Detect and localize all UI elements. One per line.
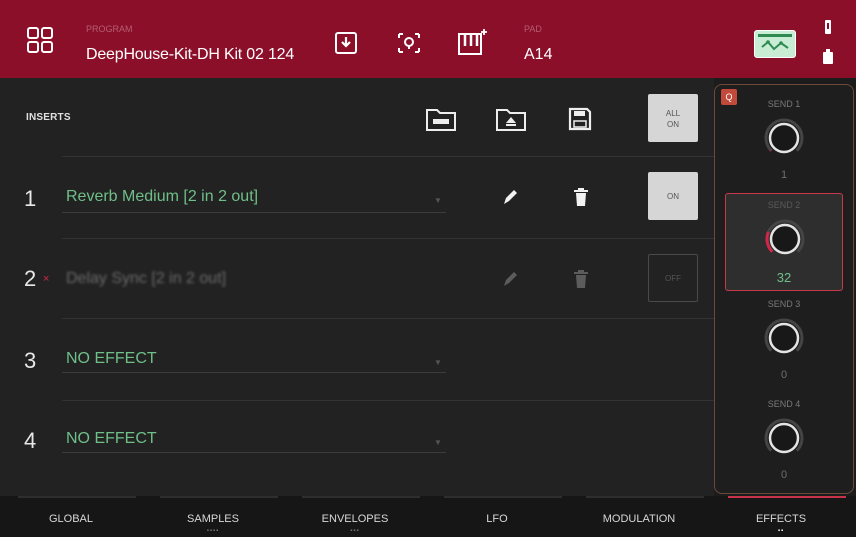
dropdown-caret-icon: ▼ — [434, 438, 442, 447]
delete-trash-icon[interactable] — [570, 266, 592, 292]
insert-off-button[interactable]: OFF — [648, 254, 698, 302]
sends-panel: Q SEND 1 1 SEND 2 32 SEND 3 0 SEND 4 0 — [714, 84, 854, 494]
header-bar: PROGRAM DeepHouse-Kit-DH Kit 02 124 PAD … — [0, 0, 856, 78]
send-2[interactable]: SEND 2 32 — [725, 193, 843, 291]
dropdown-caret-icon: ▼ — [434, 358, 442, 367]
tab-indicator — [444, 496, 562, 498]
tab-global[interactable]: GLOBAL — [0, 496, 142, 537]
insert-effect-name[interactable]: Reverb Medium [2 in 2 out] — [66, 188, 258, 206]
tab-label: SAMPLES — [187, 513, 239, 525]
send-4[interactable]: SEND 4 0 — [725, 393, 843, 491]
tab-label: EFFECTS — [755, 513, 807, 525]
tab-indicator — [302, 496, 420, 498]
insert-effect-name[interactable]: NO EFFECT — [66, 350, 157, 368]
save-preset-folder-icon[interactable] — [494, 104, 528, 134]
row-divider — [62, 156, 714, 157]
delete-trash-icon[interactable] — [570, 184, 592, 210]
insert-effect-name[interactable]: Delay Sync [2 in 2 out] — [66, 270, 226, 288]
tab-label: ENVELOPES — [321, 513, 389, 525]
tab-indicator — [586, 496, 704, 498]
edit-pencil-icon[interactable] — [498, 266, 522, 292]
send-label: SEND 2 — [767, 200, 801, 210]
tab-envelopes[interactable]: ENVELOPES ▪▪▪ — [284, 496, 426, 537]
knob-body — [768, 122, 800, 154]
edit-pencil-icon[interactable] — [498, 184, 522, 210]
tab-samples[interactable]: SAMPLES ▪▪▪▪ — [142, 496, 284, 537]
tab-label: GLOBAL — [48, 513, 94, 525]
load-preset-folder-icon[interactable] — [424, 104, 458, 134]
send-3[interactable]: SEND 3 0 — [725, 293, 843, 391]
inserts-title: INSERTS — [26, 112, 71, 123]
tab-label: LFO — [486, 513, 508, 525]
pad-name[interactable]: A14 — [524, 46, 552, 64]
tab-page-dots: ▪▪▪ — [350, 528, 360, 534]
all-on-label-1: ALL — [665, 109, 681, 118]
insert-effect-name[interactable]: NO EFFECT — [66, 430, 157, 448]
tab-effects[interactable]: EFFECTS ▪▪ — [710, 496, 852, 537]
row-divider — [62, 318, 714, 319]
tab-lfo[interactable]: LFO — [426, 496, 568, 537]
program-name[interactable]: DeepHouse-Kit-DH Kit 02 124 — [86, 46, 294, 64]
inserts-panel: INSERTS ALL ON 1 Reverb Medium [2 in 2 o… — [0, 78, 714, 496]
knob-body — [768, 422, 800, 454]
knob-body — [769, 223, 801, 255]
send-label: SEND 1 — [767, 99, 801, 109]
insert-slot-number: 2 — [24, 266, 37, 291]
locate-icon[interactable] — [394, 30, 424, 56]
send-label: SEND 3 — [767, 299, 801, 309]
effect-underline — [62, 212, 446, 213]
tab-modulation[interactable]: MODULATION — [568, 496, 710, 537]
send-1[interactable]: SEND 1 1 — [725, 93, 843, 191]
waveform-button[interactable] — [754, 30, 796, 58]
tab-indicator — [18, 496, 136, 498]
send-value: 0 — [780, 369, 788, 381]
send-knob[interactable] — [763, 117, 805, 159]
tab-indicator — [160, 496, 278, 498]
send-label: SEND 4 — [767, 399, 801, 409]
insert-slot-number: 3 — [24, 348, 37, 373]
row-divider — [62, 238, 714, 239]
knob-body — [768, 322, 800, 354]
send-knob[interactable] — [764, 218, 806, 260]
tab-label: MODULATION — [602, 513, 676, 525]
grid-menu-icon[interactable] — [26, 26, 54, 54]
insert-slot-number: 1 — [24, 186, 37, 211]
tab-page-dots: ▪▪ — [777, 528, 785, 534]
program-label: PROGRAM — [86, 24, 133, 34]
send-value: 1 — [780, 169, 788, 181]
send-knob[interactable] — [763, 417, 805, 459]
send-knob[interactable] — [763, 317, 805, 359]
dropdown-caret-icon: ▼ — [434, 196, 442, 205]
download-icon[interactable] — [332, 30, 360, 56]
effect-underline — [62, 452, 446, 453]
send-value: 0 — [780, 469, 788, 481]
send-value: 32 — [776, 270, 792, 285]
insert-slot-number: 4 — [24, 428, 37, 453]
tab-indicator — [728, 496, 846, 498]
slot-marker-icon: × — [43, 273, 50, 285]
insert-on-button[interactable]: ON — [648, 172, 698, 220]
bottom-tab-bar: GLOBAL SAMPLES ▪▪▪▪ ENVELOPES ▪▪▪ LFO MO… — [0, 496, 856, 537]
battery-icon — [820, 18, 836, 66]
row-divider — [62, 400, 714, 401]
pad-label: PAD — [524, 24, 542, 34]
tab-page-dots: ▪▪▪▪ — [206, 528, 220, 534]
save-disk-icon[interactable] — [566, 104, 594, 134]
effect-underline — [62, 372, 446, 373]
all-on-label-2: ON — [667, 120, 679, 129]
all-on-button[interactable]: ALL ON — [648, 94, 698, 142]
keyboard-icon[interactable] — [456, 26, 490, 58]
